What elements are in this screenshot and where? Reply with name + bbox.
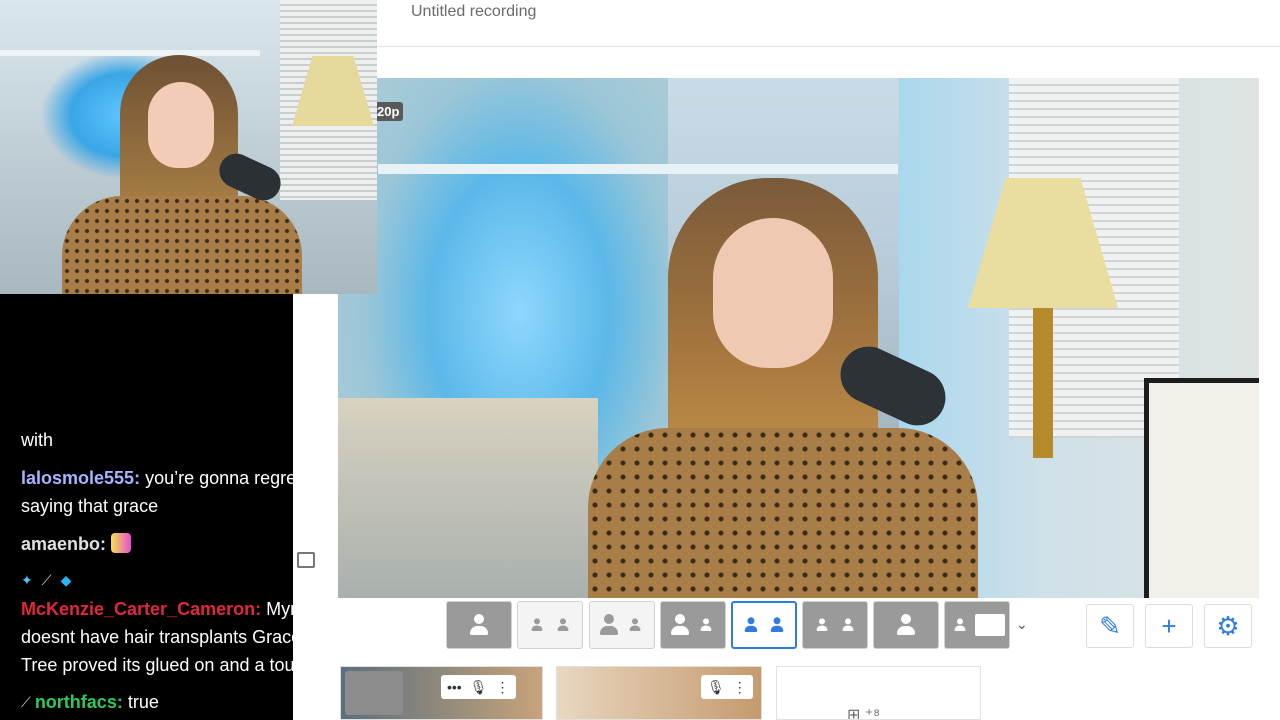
chevron-down-icon[interactable]: ⌄ <box>1016 616 1028 633</box>
more-vertical-icon[interactable]: ⋮ <box>496 679 510 696</box>
person-icon <box>815 618 828 631</box>
layout-toolbar <box>446 601 1046 651</box>
recording-title[interactable]: Untitled recording <box>411 3 536 21</box>
layout-solo-button[interactable] <box>446 601 512 649</box>
person-icon <box>699 618 712 631</box>
layout-pip-grid-button[interactable] <box>517 601 583 649</box>
chat-badges: ✦ ⟋ ◆ <box>21 566 75 594</box>
more-horizontal-icon[interactable]: ••• <box>447 679 462 695</box>
layout-screen-sidebar-button[interactable] <box>944 601 1010 649</box>
more-vertical-icon[interactable]: ⋮ <box>733 679 747 696</box>
layout-screen-only-button[interactable] <box>873 601 939 649</box>
cube-badge-icon: ◆ <box>60 572 72 588</box>
screen-icon <box>895 614 917 636</box>
add-button[interactable]: + <box>1145 604 1193 648</box>
person-icon <box>628 618 641 631</box>
person-icon <box>743 617 758 633</box>
chat-username: lalosmole555: <box>21 468 141 488</box>
participant-tile[interactable]: ••• 🎙 ⋮ <box>340 666 543 720</box>
facecam-overlay <box>0 0 377 294</box>
plus-icon: + <box>1161 610 1177 641</box>
tile-controls: ••• 🎙 ⋮ <box>441 675 516 699</box>
sword-badge-icon: ✦ <box>21 572 33 588</box>
chat-message: Tree proved its glued on and a toupee <box>21 655 325 675</box>
avatar <box>345 671 403 715</box>
emote-icon <box>111 533 132 553</box>
person-icon <box>530 618 543 631</box>
wand-badge-icon: ⟋ <box>21 694 31 710</box>
layout-side-by-side-button[interactable] <box>731 601 797 649</box>
chat-username: amaenbo: <box>21 534 107 554</box>
edit-button[interactable]: ✎ <box>1086 604 1134 648</box>
chat-message: amaenbo: <box>21 530 132 558</box>
chat-username: northfacs: <box>34 692 123 712</box>
chat-username: McKenzie_Carter_Cameron: <box>21 599 262 619</box>
layout-split-button[interactable] <box>802 601 868 649</box>
resolution-badge: 20p <box>375 102 404 121</box>
chat-message: doesnt have hair transplants Grace... <box>21 627 317 647</box>
gear-icon: ⚙ <box>1216 610 1240 641</box>
chat-message: saying that grace <box>21 496 159 516</box>
tile-controls: 🎙 ⋮ <box>701 675 753 699</box>
person-icon <box>953 618 966 631</box>
person-icon <box>598 614 620 636</box>
pencil-icon: ✎ <box>1099 610 1121 641</box>
chat-message: lalosmole555: you’re gonna regret <box>21 468 302 488</box>
participant-tile[interactable]: 🎙 ⋮ <box>556 666 762 720</box>
person-icon <box>669 614 691 636</box>
chat-message: ⟋ northfacs: true <box>21 688 159 716</box>
screen-icon <box>975 614 1005 636</box>
microphone-icon[interactable]: 🎙 <box>707 679 725 696</box>
settings-button[interactable]: ⚙ <box>1204 604 1252 648</box>
chat-message: McKenzie_Carter_Cameron: Myron <box>21 599 317 619</box>
layout-main-sidebar-button[interactable] <box>660 601 726 649</box>
add-participant-tile[interactable]: ⊞ ⁺⁸ <box>776 666 981 720</box>
person-icon <box>769 617 784 633</box>
chat-overlay: with lalosmole555: you’re gonna regret s… <box>0 294 325 720</box>
layout-panel-icon[interactable] <box>297 552 315 568</box>
main-video-stage <box>338 78 1259 598</box>
add-participant-icon: ⊞ ⁺⁸ <box>847 707 881 720</box>
wand-badge-icon: ⟋ <box>41 572 52 588</box>
person-icon <box>468 614 490 636</box>
person-icon <box>841 618 854 631</box>
chat-message: with <box>21 430 54 450</box>
person-icon <box>556 618 569 631</box>
microphone-icon[interactable]: 🎙 <box>470 679 488 696</box>
layout-presenter-button[interactable] <box>589 601 655 649</box>
recording-header: Untitled recording <box>377 0 1280 47</box>
